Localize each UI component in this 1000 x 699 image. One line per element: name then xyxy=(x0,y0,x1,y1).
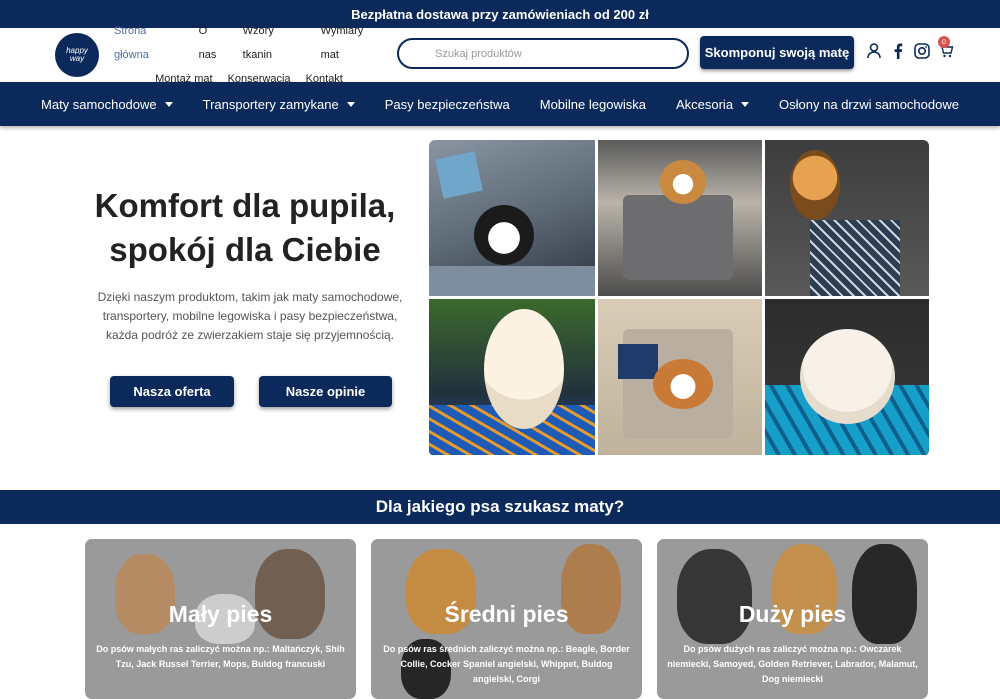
hero-text: Dzięki naszym produktom, takim jak maty … xyxy=(97,290,403,342)
card-title: Mały pies xyxy=(168,601,273,627)
logo-line2: way xyxy=(69,54,85,63)
caret-down-icon xyxy=(346,101,355,107)
nav-accessories[interactable]: Akcesoria xyxy=(675,96,750,112)
dog-size-cards: Mały pies Do psów małych ras zaliczyć mo… xyxy=(85,539,928,699)
section-title: Dla jakiego psa szukasz maty? xyxy=(0,490,1000,524)
hero-title-line2: spokój dla Ciebie xyxy=(109,231,381,268)
nav-door-covers[interactable]: Osłony na drzwi samochodowe xyxy=(779,97,959,112)
link-contact[interactable]: Kontakt xyxy=(306,67,343,91)
nav-mobile-beds[interactable]: Mobilne legowiska xyxy=(540,97,646,112)
card-medium-dog[interactable]: Średni pies Do psów ras średnich zaliczy… xyxy=(371,539,642,699)
nav-label: Akcesoria xyxy=(675,96,734,112)
top-links: Strona główna O nas Wzory tkanin Wymiary… xyxy=(114,19,384,91)
compose-mat-button[interactable]: Skomponuj swoją matę xyxy=(700,36,854,69)
link-about[interactable]: O nas xyxy=(199,19,228,67)
caret-down-icon xyxy=(741,101,750,107)
card-title: Średni pies xyxy=(444,601,569,627)
nav-seat-belts[interactable]: Pasy bezpieczeństwa xyxy=(385,97,510,112)
link-care[interactable]: Konserwacja xyxy=(228,67,291,91)
nav-label: Maty samochodowe xyxy=(41,96,157,112)
nav-label: Mobilne legowiska xyxy=(539,96,646,112)
hero-photo-4 xyxy=(429,299,595,455)
hero-image-grid xyxy=(429,140,929,456)
card-small-dog[interactable]: Mały pies Do psów małych ras zaliczyć mo… xyxy=(85,539,356,699)
nav-label: Pasy bezpieczeństwa xyxy=(384,96,510,112)
caret-down-icon xyxy=(164,101,173,107)
hero-photo-6 xyxy=(765,299,929,455)
card-title: Duży pies xyxy=(738,601,847,627)
hero-photo-2 xyxy=(598,140,762,296)
nav-car-mats[interactable]: Maty samochodowe xyxy=(41,97,173,112)
hero-photo-5 xyxy=(598,299,762,455)
link-home[interactable]: Strona główna xyxy=(114,19,184,67)
card-desc: Do psów dużych ras zaliczyć można np.: O… xyxy=(667,644,918,684)
facebook-icon[interactable] xyxy=(890,42,906,60)
nav-label: Transportery zamykane xyxy=(202,96,339,112)
hero-title: Komfort dla pupila, spokój dla Ciebie xyxy=(70,184,420,272)
cart-count-badge: 0 xyxy=(938,36,950,48)
card-large-dog[interactable]: Duży pies Do psów dużych ras zaliczyć mo… xyxy=(657,539,928,699)
nav-carriers[interactable]: Transportery zamykane xyxy=(203,97,355,112)
header: happy way Strona główna O nas Wzory tkan… xyxy=(0,25,1000,85)
card-desc: Do psów małych ras zaliczyć można np.: M… xyxy=(96,644,345,669)
card-desc: Do psów ras średnich zaliczyć można np.:… xyxy=(383,644,630,684)
hero-photo-3 xyxy=(765,140,929,296)
instagram-icon[interactable] xyxy=(914,42,930,60)
link-install[interactable]: Montaż mat xyxy=(155,67,212,91)
offer-button[interactable]: Nasza oferta xyxy=(110,376,234,407)
link-sizes[interactable]: Wymiary mat xyxy=(321,19,384,67)
logo[interactable]: happy way xyxy=(55,33,99,77)
nav-label: Osłony na drzwi samochodowe xyxy=(779,96,959,112)
hero-section: Komfort dla pupila, spokój dla Ciebie Dzi… xyxy=(0,140,1000,460)
search-placeholder: Szukaj produktów xyxy=(435,47,522,60)
hero-photo-1 xyxy=(429,140,595,296)
user-icon[interactable] xyxy=(866,42,882,60)
promo-text: Bezpłatna dostawa przy zamówieniach od 2… xyxy=(351,6,649,22)
hero-title-line1: Komfort dla pupila, xyxy=(94,187,396,224)
header-icons: 0 xyxy=(866,36,954,60)
search-input[interactable]: Szukaj produktów xyxy=(397,38,689,69)
reviews-button[interactable]: Nasze opinie xyxy=(259,376,392,407)
link-fabrics[interactable]: Wzory tkanin xyxy=(243,19,306,67)
